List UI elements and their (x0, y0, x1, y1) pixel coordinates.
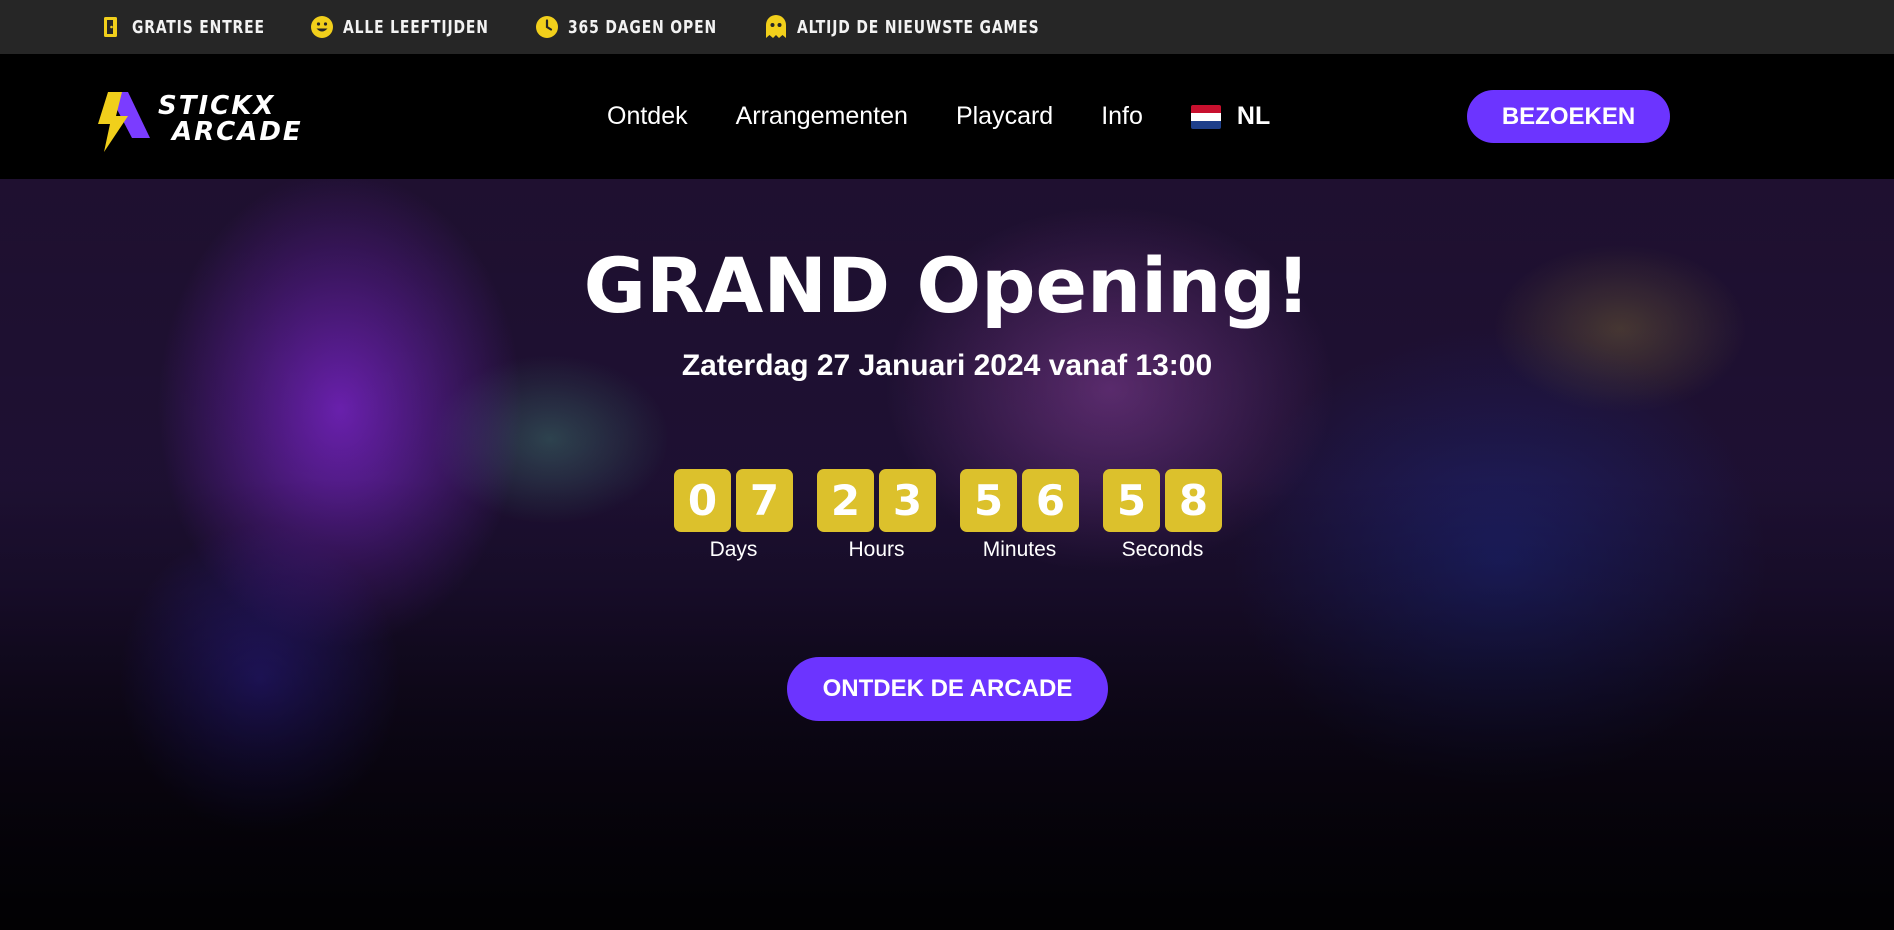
nav-link-arrangementen[interactable]: Arrangementen (736, 102, 908, 131)
info-item-label: ALLE LEEFTIJDEN (342, 16, 489, 38)
countdown-digit: 8 (1165, 469, 1222, 532)
info-item-label: 365 DAGEN OPEN (568, 16, 718, 38)
info-item-label: GRATIS ENTREE (132, 16, 265, 38)
hero-section: GRAND Opening! Zaterdag 27 Januari 2024 … (0, 179, 1894, 930)
event-date: Zaterdag 27 Januari 2024 vanaf 13:00 (681, 349, 1213, 382)
info-item-all-ages: ALLE LEEFTIJDEN (309, 14, 513, 40)
main-navbar: STICKX ARCADE Ontdek Arrangementen Playc… (0, 54, 1894, 179)
countdown-digit: 7 (736, 469, 793, 532)
countdown-timer: 0 7 Days 2 3 Hours 5 6 Minutes 5 8 Secon… (674, 469, 1222, 562)
logo-line-2: ARCADE (172, 117, 303, 147)
stickx-arcade-logo[interactable]: STICKX ARCADE (94, 84, 314, 154)
door-icon (98, 14, 124, 40)
countdown-digit: 6 (1022, 469, 1079, 532)
info-item-newest-games: ALTIJD DE NIEUWSTE GAMES (763, 14, 1079, 40)
lightning-logo-icon (98, 92, 150, 152)
clock-icon (534, 14, 560, 40)
discover-arcade-button[interactable]: ONTDEK DE ARCADE (787, 657, 1108, 721)
nav-link-playcard[interactable]: Playcard (956, 102, 1053, 131)
info-bar: GRATIS ENTREE ALLE LEEFTIJDEN 365 DAGEN … (0, 0, 1894, 54)
ghost-icon (763, 14, 789, 40)
countdown-label: Minutes (982, 538, 1057, 561)
countdown-seconds: 5 8 Seconds (1103, 469, 1222, 562)
logo-line-1: STICKX (158, 91, 276, 121)
countdown-label: Days (709, 538, 758, 561)
countdown-days: 0 7 Days (674, 469, 793, 562)
info-item-label: ALTIJD DE NIEUWSTE GAMES (797, 16, 1040, 38)
countdown-hours: 2 3 Hours (817, 469, 936, 562)
countdown-digit: 5 (1103, 469, 1160, 532)
info-item-open-days: 365 DAGEN OPEN (534, 14, 741, 40)
visit-button[interactable]: BEZOEKEN (1467, 90, 1670, 143)
countdown-digit: 2 (817, 469, 874, 532)
language-switcher[interactable]: NL (1190, 102, 1271, 131)
netherlands-flag-icon (1190, 104, 1221, 129)
nav-link-info[interactable]: Info (1101, 102, 1143, 131)
countdown-label: Seconds (1121, 538, 1204, 561)
nav-link-ontdek[interactable]: Ontdek (607, 102, 688, 131)
countdown-digit: 3 (879, 469, 936, 532)
hero-title: GRAND Opening! (583, 241, 1311, 330)
countdown-digit: 5 (960, 469, 1017, 532)
nav-links: Ontdek Arrangementen Playcard Info NL (607, 54, 1270, 179)
smiley-icon (309, 14, 335, 40)
countdown-minutes: 5 6 Minutes (960, 469, 1079, 562)
countdown-label: Hours (848, 538, 905, 561)
logo-wordmark: STICKX ARCADE (158, 93, 303, 145)
info-item-free-entry: GRATIS ENTREE (98, 14, 287, 40)
language-label: NL (1236, 102, 1271, 130)
countdown-digit: 0 (674, 469, 731, 532)
